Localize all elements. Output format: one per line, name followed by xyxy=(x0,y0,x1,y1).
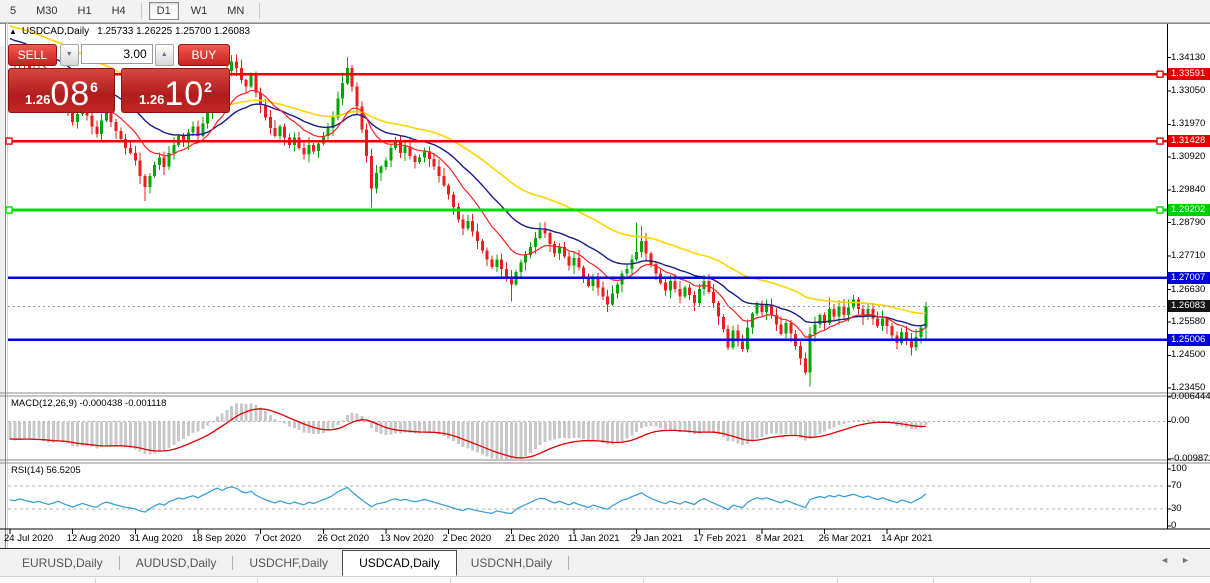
price-badge-1.27007: 1.27007 xyxy=(1168,272,1210,284)
statusbar-separator xyxy=(95,578,96,583)
one-click-trading-panel: SELL ▼ ▲ BUY 1.26086 1.26102 xyxy=(8,44,230,110)
tab-scroll-right-button[interactable]: ► xyxy=(1181,555,1202,565)
date-label: 26 Oct 2020 xyxy=(317,533,369,544)
sell-price-sup: 6 xyxy=(90,72,98,102)
statusbar-separator xyxy=(643,578,644,583)
chevron-down-icon: ▼ xyxy=(66,51,73,58)
sell-button[interactable]: SELL xyxy=(8,44,57,66)
axis-label-1.27710: 1.27710 xyxy=(1171,250,1205,262)
axis-label-0.00: 0.00 xyxy=(1171,415,1190,427)
date-label: 29 Jan 2021 xyxy=(631,533,683,544)
timeframe-button-mn[interactable]: MN xyxy=(219,2,252,20)
chart-ohlc-label: 1.25733 1.26225 1.25700 1.26083 xyxy=(97,26,250,37)
buy-button[interactable]: BUY xyxy=(178,44,230,66)
price-badge-1.25006: 1.25006 xyxy=(1168,334,1210,346)
statusbar-separator xyxy=(933,578,934,583)
tab-separator xyxy=(232,556,233,570)
sell-price-prefix: 1.26 xyxy=(25,89,50,111)
chart-tab-bar: EURUSD,DailyAUDUSD,DailyUSDCHF,DailyUSDC… xyxy=(0,548,1210,577)
chart-tab-audusd-daily[interactable]: AUDUSD,Daily xyxy=(122,551,231,575)
sell-price-big: 08 xyxy=(50,77,90,111)
axis-label-70: 70 xyxy=(1171,480,1182,492)
buy-price-sup: 2 xyxy=(204,72,212,102)
chart-tab-usdchf-daily[interactable]: USDCHF,Daily xyxy=(235,551,342,575)
axis-label-1.33050: 1.33050 xyxy=(1171,85,1205,97)
macd-histogram xyxy=(9,403,928,462)
status-bar xyxy=(0,576,1210,583)
chart-tab-usdcad-daily[interactable]: USDCAD,Daily xyxy=(342,550,457,576)
buy-price-big: 10 xyxy=(164,77,204,111)
date-label: 24 Jul 2020 xyxy=(4,533,53,544)
date-label: 14 Apr 2021 xyxy=(881,533,932,544)
date-label: 11 Jan 2021 xyxy=(568,533,620,544)
volume-input[interactable] xyxy=(81,44,153,64)
chart-symbol-label: USDCAD,Daily xyxy=(22,26,89,37)
volume-increase-button[interactable]: ▲ xyxy=(155,44,174,66)
date-label: 2 Dec 2020 xyxy=(443,533,492,544)
tab-scroll-arrows: ◄► xyxy=(1160,555,1202,565)
price-badge-1.26083: 1.26083 xyxy=(1168,300,1210,312)
price-badge-1.33591: 1.33591 xyxy=(1168,68,1210,80)
axis-label-30: 30 xyxy=(1171,503,1182,515)
line-anchor[interactable] xyxy=(1157,71,1163,77)
chart-tabs: EURUSD,DailyAUDUSD,DailyUSDCHF,DailyUSDC… xyxy=(8,549,571,577)
buy-price-button[interactable]: 1.26102 xyxy=(121,68,230,113)
date-label: 31 Aug 2020 xyxy=(129,533,182,544)
timeframe-button-d1[interactable]: D1 xyxy=(149,2,179,20)
axis-label-0.006444: 0.006444 xyxy=(1171,391,1210,403)
date-label: 21 Dec 2020 xyxy=(505,533,559,544)
price-badge-1.31428: 1.31428 xyxy=(1168,135,1210,147)
line-anchor[interactable] xyxy=(1157,207,1163,213)
statusbar-separator xyxy=(257,578,258,583)
chart-tab-eurusd-daily[interactable]: EURUSD,Daily xyxy=(8,551,117,575)
line-anchor[interactable] xyxy=(6,138,12,144)
axis-label-1.30920: 1.30920 xyxy=(1171,151,1205,163)
timeframe-toolbar: 5M30 H1H4 D1W1MN xyxy=(0,0,1210,23)
chart-title: ▲ USDCAD,Daily 1.25733 1.26225 1.25700 1.2… xyxy=(9,26,250,37)
axis-label-0: 0 xyxy=(1171,520,1176,532)
date-label: 8 Mar 2021 xyxy=(756,533,804,544)
timeframe-button-m30[interactable]: M30 xyxy=(28,2,65,20)
axis-label-1.25580: 1.25580 xyxy=(1171,316,1205,328)
rsi-label: RSI(14) 56.5205 xyxy=(11,465,81,476)
axis-label-1.31970: 1.31970 xyxy=(1171,118,1205,130)
sell-price-button[interactable]: 1.26086 xyxy=(8,68,115,113)
tab-scroll-left-button[interactable]: ◄ xyxy=(1160,555,1181,565)
axis-label-1.29840: 1.29840 xyxy=(1171,184,1205,196)
tab-separator xyxy=(119,556,120,570)
date-label: 12 Aug 2020 xyxy=(67,533,120,544)
toolbar-separator xyxy=(259,3,260,19)
statusbar-separator xyxy=(1030,578,1031,583)
mt4-window: 5M30 H1H4 D1W1MN ▲ USDCAD,Daily 1.25733 1.26… xyxy=(0,0,1210,583)
date-label: 13 Nov 2020 xyxy=(380,533,434,544)
macd-label: MACD(12,26,9) -0.000438 -0.001118 xyxy=(11,398,166,409)
date-label: 7 Oct 2020 xyxy=(255,533,301,544)
rsi-line xyxy=(10,487,926,514)
axis-label-100: 100 xyxy=(1171,463,1187,475)
volume-decrease-button[interactable]: ▼ xyxy=(60,44,79,66)
tab-separator xyxy=(568,556,569,570)
axis-label-1.24500: 1.24500 xyxy=(1171,349,1205,361)
axis-label-1.26630: 1.26630 xyxy=(1171,284,1205,296)
toolbar-separator xyxy=(141,3,142,19)
date-label: 18 Sep 2020 xyxy=(192,533,246,544)
axis-label-1.28790: 1.28790 xyxy=(1171,217,1205,229)
price-badge-1.29202: 1.29202 xyxy=(1168,204,1210,216)
timeframe-button-h1[interactable]: H1 xyxy=(70,2,100,20)
chevron-up-icon: ▲ xyxy=(161,51,168,58)
axis-label-1.34130: 1.34130 xyxy=(1171,52,1205,64)
timeframe-button-5[interactable]: 5 xyxy=(2,2,24,20)
chart-window: ▲ USDCAD,Daily 1.25733 1.26225 1.25700 1.2… xyxy=(0,23,1210,548)
line-anchor[interactable] xyxy=(1157,138,1163,144)
line-anchor[interactable] xyxy=(6,207,12,213)
timeframe-button-h4[interactable]: H4 xyxy=(104,2,134,20)
collapse-triangle-icon[interactable]: ▲ xyxy=(9,27,17,36)
statusbar-separator xyxy=(450,578,451,583)
statusbar-separator xyxy=(837,578,838,583)
timeframe-button-w1[interactable]: W1 xyxy=(183,2,216,20)
date-label: 17 Feb 2021 xyxy=(693,533,746,544)
chart-tab-usdcnh-daily[interactable]: USDCNH,Daily xyxy=(457,551,566,575)
date-label: 26 Mar 2021 xyxy=(819,533,872,544)
buy-price-prefix: 1.26 xyxy=(139,89,164,111)
